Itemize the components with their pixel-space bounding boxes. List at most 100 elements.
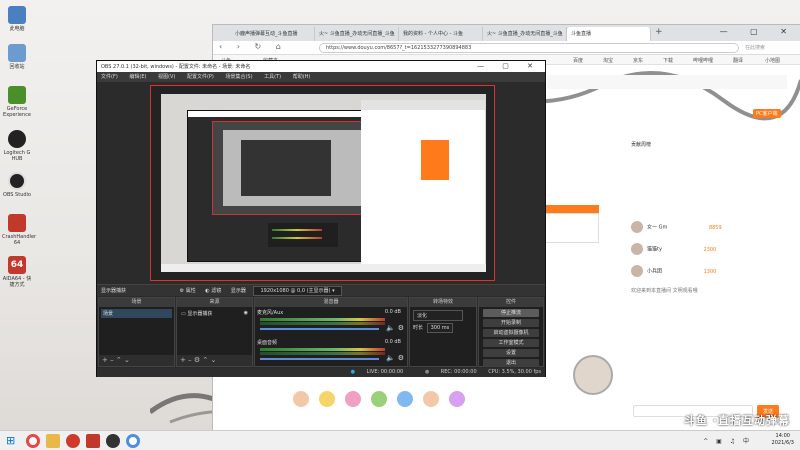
bookmark-item[interactable]: 淘宝 (603, 57, 613, 64)
taskbar-clock[interactable]: 14:00 2021/6/3 (772, 433, 794, 447)
desktop-icon-geforce[interactable]: GeForce Experience (2, 86, 32, 118)
gift-icon[interactable] (345, 391, 361, 407)
move-down-icon[interactable]: ⌄ (210, 356, 216, 364)
obs-window-controls[interactable]: — ▢ ✕ (477, 62, 541, 70)
gear-icon[interactable]: ⚙ (398, 324, 404, 332)
gift-icon[interactable] (319, 391, 335, 407)
volume-slider[interactable] (260, 358, 379, 360)
move-down-icon[interactable]: ⌄ (124, 356, 130, 364)
browser-tab-active[interactable]: 斗鱼直播 (567, 27, 651, 41)
menu-profile[interactable]: 配置文件(P) (187, 74, 214, 80)
audio-meter (260, 352, 385, 355)
rec-time: REC: 00:00:00 (440, 369, 477, 375)
menu-scene-collection[interactable]: 场景集合(S) (225, 74, 252, 80)
url-input[interactable]: https://www.douyu.com/8657?_t=1621533277… (319, 43, 739, 53)
bookmark-item[interactable]: 翻译 (733, 57, 743, 64)
desktop-icon-crashhandler[interactable]: CrashHandler 64 (2, 214, 36, 246)
browser-search-box[interactable]: 在此搜索 (745, 44, 795, 51)
exit-button[interactable]: 退出 (483, 359, 539, 367)
browser-tab[interactable]: 我的资料 - 个人中心 - 斗鱼 (399, 27, 483, 41)
browser-tab[interactable]: 小鹿声播弹幕互动_斗鱼直播 (231, 27, 315, 41)
bookmark-item[interactable]: 百度 (573, 57, 583, 64)
menu-tools[interactable]: 工具(T) (264, 74, 281, 80)
display-select[interactable]: 1920x1080 @ 0,0 (主显示器) ▾ (253, 286, 342, 296)
desktop-icon-aida64[interactable]: 64 AIDA64 - 快捷方式 (2, 256, 32, 288)
menu-help[interactable]: 帮助(H) (293, 74, 311, 80)
volume-slider[interactable] (260, 328, 379, 330)
obs-title-text: OBS 27.0.1 (32-bit, windows) - 配置文件: 未命名… (101, 64, 251, 70)
gift-bar (293, 385, 553, 415)
ime-indicator[interactable]: 中 (743, 438, 752, 445)
browser-tab[interactable]: 火~ 斗鱼直播_办动无间直播_斗鱼 (483, 27, 567, 41)
move-up-icon[interactable]: ⌃ (202, 356, 208, 364)
app-icon[interactable] (66, 434, 80, 448)
remove-icon[interactable]: – (110, 356, 114, 364)
audio-meter (260, 318, 385, 321)
browser-tab[interactable]: 火~ 斗鱼直播_办动无间直播_斗鱼 (315, 27, 399, 41)
filters-button[interactable]: ◐ 滤镜 (205, 288, 221, 294)
gift-icon[interactable] (371, 391, 387, 407)
rec-indicator: ● REC: 00:00:00 (415, 369, 477, 375)
desktop-icon-obs[interactable]: OBS Studio (2, 172, 32, 198)
app-icon[interactable] (86, 434, 100, 448)
mixer-tracks: 麦克风/Aux 0.0 dB 🔈 ⚙ 桌面音频 0.0 dB 🔈 ⚙ (255, 307, 407, 366)
desktop-icon-this-pc[interactable]: 此电脑 (2, 6, 32, 32)
pc-client-badge[interactable]: PC客户端 (753, 109, 781, 118)
menu-file[interactable]: 文件(F) (101, 74, 118, 80)
transition-select[interactable]: 淡化 (413, 310, 463, 321)
properties-button[interactable]: ⚙ 属性 (180, 288, 196, 294)
display-select-value: 1920x1080 @ 0,0 (主显示器) (260, 288, 331, 294)
rank-name: 猫猫ty (647, 246, 662, 253)
transition-type: 淡化 (417, 313, 428, 319)
desktop-icon-recycle-bin[interactable]: 回收站 (2, 44, 32, 70)
desktop-icon-ghub[interactable]: Logitech G HUB (2, 130, 32, 162)
new-tab-plus-icon[interactable]: + (655, 27, 663, 37)
bookmark-item[interactable]: 小地图 (765, 57, 780, 64)
menu-view[interactable]: 视图(V) (158, 74, 175, 80)
gift-icon[interactable] (397, 391, 413, 407)
window-controls[interactable]: — ▢ ✕ (720, 27, 797, 36)
rank-row[interactable]: 女一 Gm 8859 (631, 221, 722, 233)
visibility-eye-icon[interactable]: ◉ (244, 310, 248, 316)
start-recording-button[interactable]: 开始录制 (483, 319, 539, 327)
speaker-icon[interactable]: 🔈 (386, 354, 395, 362)
nav-buttons-icon[interactable]: ‹ › ↻ ⌂ (219, 42, 287, 51)
system-tray[interactable]: ^ ▣ ♫ 中 (703, 436, 752, 445)
tab-label: 火~ 斗鱼直播_办动无间直播_斗鱼 (319, 31, 395, 37)
obs-preview[interactable] (150, 85, 495, 281)
settings-button[interactable]: 设置 (483, 349, 539, 357)
add-icon[interactable]: + (180, 356, 186, 364)
preview-taskbar (161, 264, 486, 272)
scene-item[interactable]: 场景 (101, 309, 172, 318)
duration-input[interactable]: 300 ms (426, 323, 454, 333)
start-virtual-camera-button[interactable]: 启动虚拟摄像机 (483, 329, 539, 337)
streamer-avatar (573, 355, 613, 395)
crash-handler-icon (8, 214, 26, 232)
rank-row[interactable]: 猫猫ty 2300 (631, 243, 716, 255)
rank-score: 8859 (708, 224, 722, 231)
menu-edit[interactable]: 编辑(E) (129, 74, 146, 80)
speaker-icon[interactable]: 🔈 (386, 324, 395, 332)
bookmark-item[interactable]: 京东 (633, 57, 643, 64)
bookmark-item[interactable]: 下载 (663, 57, 673, 64)
gear-icon[interactable]: ⚙ (194, 356, 200, 364)
file-explorer-icon[interactable] (46, 434, 60, 448)
gift-icon[interactable] (423, 391, 439, 407)
gift-icon[interactable] (449, 391, 465, 407)
preview-nested-obs (241, 140, 331, 196)
windows-start-icon[interactable]: ⊞ (6, 434, 20, 448)
rank-row[interactable]: 小兵团 1300 (631, 265, 716, 277)
remove-icon[interactable]: – (188, 356, 192, 364)
browser-taskbar-icon[interactable] (126, 434, 140, 448)
stop-streaming-button[interactable]: 停止推流 (483, 309, 539, 317)
scenes-dock: 场景 场景 + – ⌃ ⌄ (98, 297, 175, 367)
gear-icon[interactable]: ⚙ (398, 354, 404, 362)
obs-taskbar-icon[interactable] (106, 434, 120, 448)
chrome-icon[interactable] (26, 434, 40, 448)
add-icon[interactable]: + (102, 356, 108, 364)
gift-icon[interactable] (293, 391, 309, 407)
bookmark-item[interactable]: 哔哩哔哩 (693, 57, 713, 64)
studio-mode-button[interactable]: 工作室模式 (483, 339, 539, 347)
move-up-icon[interactable]: ⌃ (116, 356, 122, 364)
source-item[interactable]: ▭ 显示器捕获 ◉ (179, 309, 250, 318)
